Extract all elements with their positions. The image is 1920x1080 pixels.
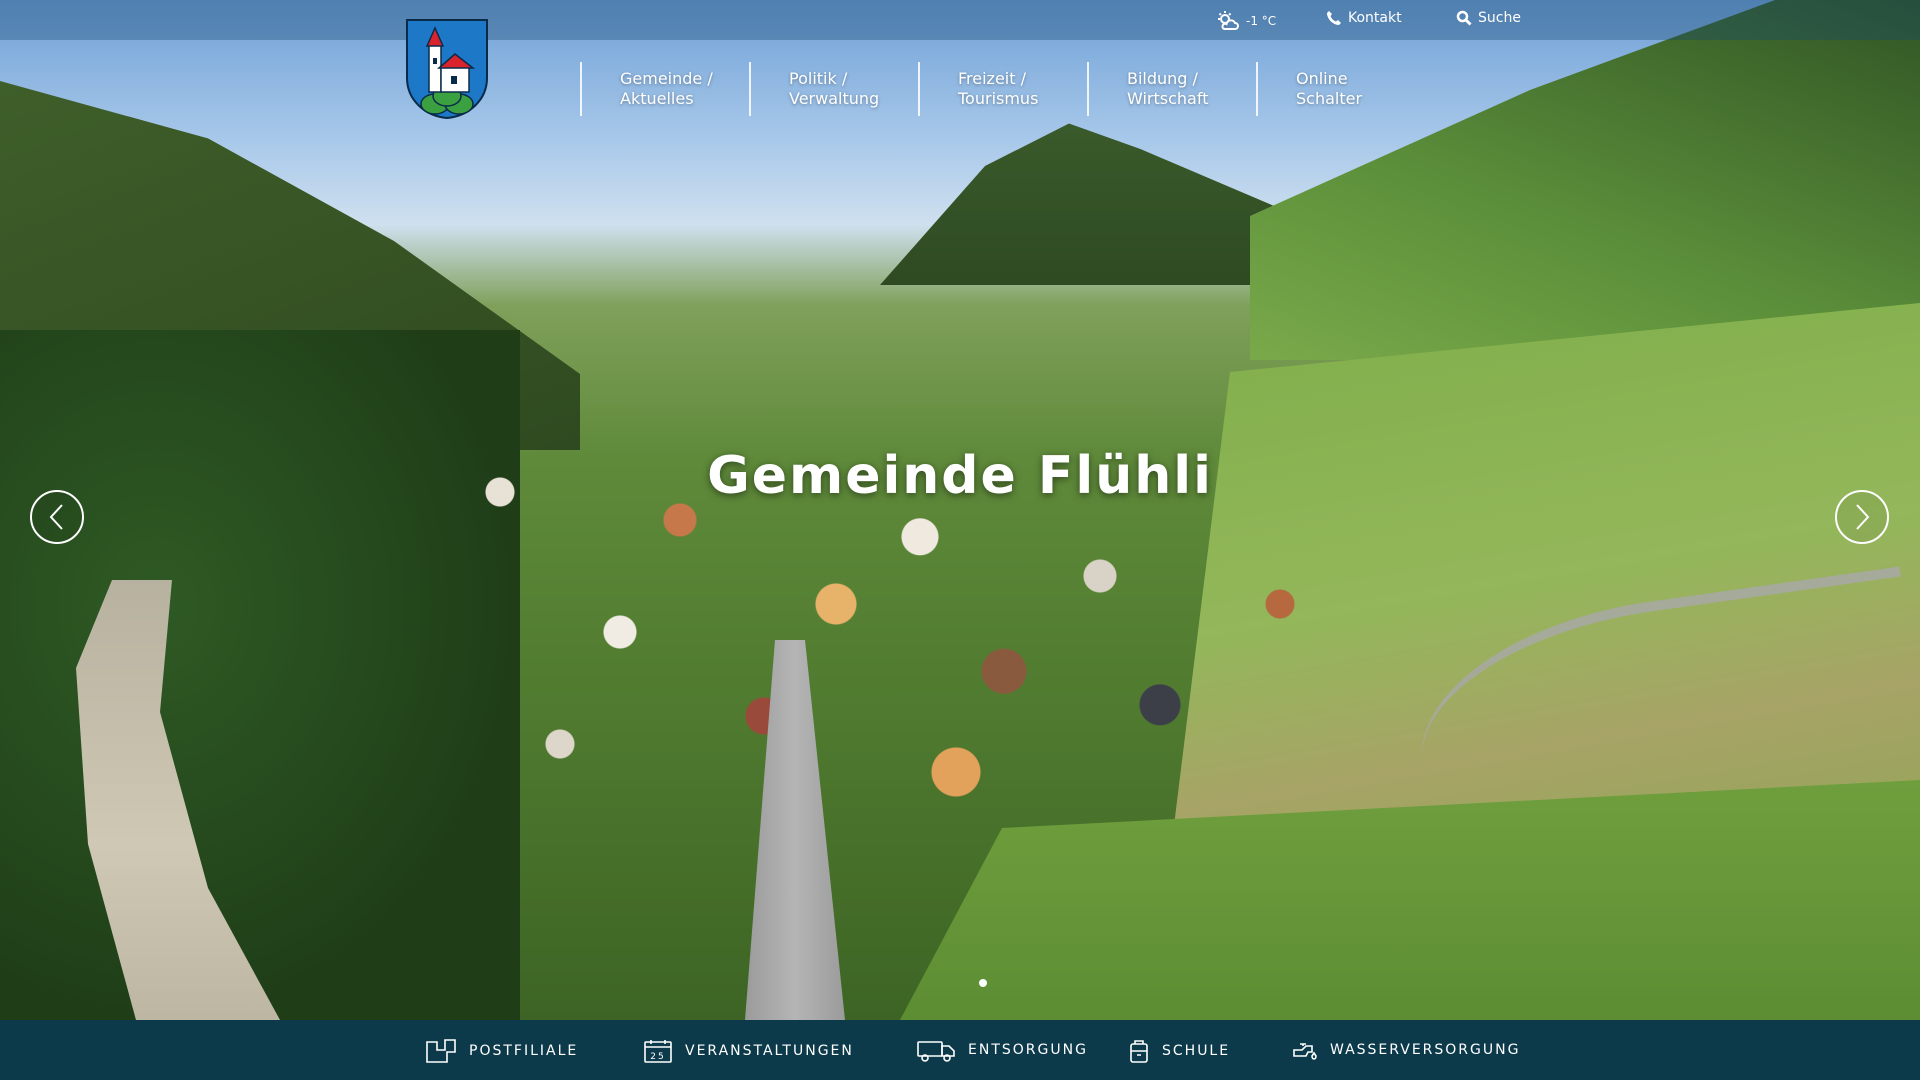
nav-label-line2: Verwaltung [789,89,880,108]
quicklink-wasserversorgung[interactable]: WASSERVERSORGUNG [1290,1038,1520,1062]
weather-sun-cloud-icon [1218,11,1239,30]
slider-dot-active[interactable] [979,979,987,987]
school-bag-icon [1130,1040,1148,1063]
nav-label-line2: Tourismus [958,89,1039,108]
calendar-icon: 25 [644,1040,672,1063]
nav-label-line1: Online [1296,69,1348,88]
nav-item-freizeit-tourismus[interactable]: Freizeit / Tourismus [918,62,1087,116]
quicklink-label: SCHULE [1162,1043,1231,1059]
quicklink-schule[interactable]: SCHULE [1128,1038,1230,1064]
quicklink-label: WASSERVERSORGUNG [1330,1042,1521,1058]
chevron-right-icon [1856,504,1870,530]
phone-icon [1327,11,1341,25]
nav-item-bildung-wirtschaft[interactable]: Bildung / Wirtschaft [1087,62,1256,116]
quicklink-label: VERANSTALTUNGEN [685,1043,854,1059]
quicklink-label: POSTFILIALE [469,1043,579,1059]
hero-image-mountain-center [880,123,1300,285]
hero-slider [0,0,1920,1020]
weather-temperature: -1 °C [1246,14,1277,28]
hero-image-mountain-right [1250,0,1920,360]
contact-link[interactable]: Kontakt [1326,10,1402,26]
nav-item-online-schalter[interactable]: Online Schalter [1256,62,1425,116]
nav-label-line1: Politik / [789,69,848,88]
slider-next-button[interactable] [1835,490,1889,544]
quicklink-label: ENTSORGUNG [968,1042,1088,1058]
calendar-day: 25 [650,1052,665,1062]
nav-label-line1: Freizeit / [958,69,1026,88]
search-label: Suche [1478,10,1521,26]
nav-label-line1: Gemeinde / [620,69,713,88]
nav-item-gemeinde-aktuelles[interactable]: Gemeinde / Aktuelles [580,62,749,116]
nav-label-line1: Bildung / [1127,69,1198,88]
weather-widget[interactable]: -1 °C [1216,10,1276,32]
search-icon [1456,10,1472,26]
nav-label-line2: Aktuelles [620,89,694,108]
quicklink-entsorgung[interactable]: ENTSORGUNG [916,1038,1088,1062]
search-link[interactable]: Suche [1456,10,1521,26]
slider-prev-button[interactable] [30,490,84,544]
water-tap-icon [1293,1043,1317,1060]
nav-label-line2: Schalter [1296,89,1363,108]
quicklink-veranstaltungen[interactable]: 25 VERANSTALTUNGEN [643,1038,854,1064]
hero-title: Gemeinde Flühli [707,446,1213,506]
truck-icon [917,1041,955,1062]
main-navigation: Gemeinde / Aktuelles Politik / Verwaltun… [580,62,1425,116]
top-utility-bar: -1 °C Kontakt Suche [0,0,1920,40]
quicklinks-bar: POSTFILIALE 25 VERANSTALTUNGEN ENTSORGUN… [0,1020,1920,1080]
contact-label: Kontakt [1348,10,1402,26]
coat-of-arms-logo[interactable] [405,18,489,120]
chevron-left-icon [49,504,63,530]
nav-item-politik-verwaltung[interactable]: Politik / Verwaltung [749,62,918,116]
post-icon [426,1039,456,1063]
nav-label-line2: Wirtschaft [1127,89,1209,108]
quicklink-postfiliale[interactable]: POSTFILIALE [425,1038,578,1064]
